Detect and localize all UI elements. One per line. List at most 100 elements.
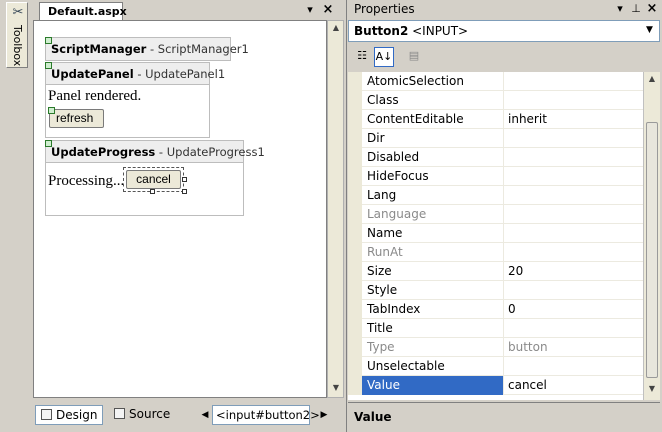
property-name: Lang: [362, 186, 504, 205]
server-control-glyph-icon: [45, 140, 52, 147]
row-margin: [348, 281, 362, 300]
categorized-icon[interactable]: ☷: [352, 47, 372, 67]
row-margin: [348, 300, 362, 319]
property-name: HideFocus: [362, 167, 504, 186]
document-close-button[interactable]: ×: [321, 3, 335, 17]
property-value[interactable]: [505, 129, 643, 148]
property-row[interactable]: Unselectable: [348, 357, 643, 376]
scriptmanager-control[interactable]: ScriptManager - ScriptManager1: [45, 37, 249, 61]
property-row[interactable]: Lang: [348, 186, 643, 205]
row-margin: [348, 224, 362, 243]
property-row[interactable]: ContentEditable inherit: [348, 110, 643, 129]
toolbox-tab[interactable]: ✂ Toolbox: [6, 2, 28, 68]
row-margin: [348, 148, 362, 167]
resize-handle[interactable]: [182, 189, 187, 194]
property-grid: AtomicSelection Class ContentEditable inh…: [348, 72, 643, 400]
row-margin: [348, 319, 362, 338]
property-value[interactable]: [505, 224, 643, 243]
property-value[interactable]: [505, 148, 643, 167]
refresh-button[interactable]: refresh: [49, 109, 104, 128]
property-value[interactable]: [505, 205, 643, 224]
property-name: ContentEditable: [362, 110, 504, 129]
property-name: Unselectable: [362, 357, 504, 376]
property-row[interactable]: Disabled: [348, 148, 643, 167]
row-margin: [348, 91, 362, 110]
scriptmanager-header: ScriptManager - ScriptManager1: [46, 38, 249, 60]
property-value[interactable]: cancel: [505, 376, 643, 395]
server-control-glyph-icon: [45, 37, 52, 44]
tag-navigator-right-icon[interactable]: ▶: [318, 407, 330, 423]
property-row[interactable]: TabIndex 0: [348, 300, 643, 319]
source-view-button[interactable]: Source: [109, 405, 171, 425]
design-vertical-scrollbar[interactable]: ▲ ▼: [327, 20, 344, 398]
property-row[interactable]: Dir: [348, 129, 643, 148]
property-value[interactable]: [505, 281, 643, 300]
property-row[interactable]: Language: [348, 205, 643, 224]
property-value[interactable]: 20: [505, 262, 643, 281]
updatepanel-control[interactable]: UpdatePanel - UpdatePanel1 Panel rendere…: [45, 62, 225, 138]
tag-navigator-crumb[interactable]: <input#button2>: [212, 405, 320, 425]
properties-close-icon[interactable]: ×: [645, 2, 659, 16]
control-id-label: ScriptManager1: [157, 42, 249, 56]
resize-handle[interactable]: [150, 189, 155, 194]
property-value[interactable]: [505, 319, 643, 338]
row-margin: [348, 338, 362, 357]
control-id-label: UpdatePanel1: [145, 67, 226, 81]
resize-handle[interactable]: [182, 177, 187, 182]
property-name: AtomicSelection: [362, 72, 504, 91]
control-separator: -: [133, 67, 146, 81]
property-value[interactable]: [505, 186, 643, 205]
property-row[interactable]: Style: [348, 281, 643, 300]
properties-toolbar: [348, 44, 660, 70]
source-view-label: Source: [129, 407, 171, 421]
property-row[interactable]: AtomicSelection: [348, 72, 643, 91]
property-value[interactable]: [505, 357, 643, 376]
property-row[interactable]: RunAt: [348, 243, 643, 262]
property-value[interactable]: [505, 167, 643, 186]
property-row[interactable]: Type button: [348, 338, 643, 357]
document-tab[interactable]: Default.aspx: [39, 2, 127, 20]
document-dropdown-button[interactable]: ▾: [303, 3, 317, 17]
scroll-down-icon[interactable]: ▼: [647, 384, 657, 393]
object-name: Button2: [354, 24, 409, 38]
property-description-pane: Value: [348, 402, 660, 430]
property-value[interactable]: [505, 91, 643, 110]
property-name: Dir: [362, 129, 504, 148]
property-row[interactable]: Name: [348, 224, 643, 243]
updateprogress-header: UpdateProgress - UpdateProgress1: [46, 141, 265, 163]
scroll-up-icon[interactable]: ▲: [647, 74, 657, 83]
scrollbar-thumb[interactable]: [646, 122, 658, 378]
property-name: Disabled: [362, 148, 504, 167]
property-pages-icon[interactable]: ▤: [404, 47, 424, 67]
property-row-selected[interactable]: Value cancel: [348, 376, 643, 395]
property-row[interactable]: Size 20: [348, 262, 643, 281]
alphabetical-sort-icon[interactable]: A↓: [374, 47, 394, 67]
property-row[interactable]: Title: [348, 319, 643, 338]
scroll-up-icon[interactable]: ▲: [331, 23, 341, 32]
design-view-button[interactable]: Design: [35, 405, 103, 425]
pin-icon[interactable]: ⊥: [629, 2, 643, 16]
properties-dropdown-icon[interactable]: ▾: [613, 2, 627, 16]
control-type-label: UpdatePanel: [51, 67, 134, 81]
object-selector[interactable]: Button2 <INPUT>: [348, 20, 660, 42]
property-value[interactable]: [505, 72, 643, 91]
property-row[interactable]: HideFocus: [348, 167, 643, 186]
tag-navigator-left-icon[interactable]: ◀: [199, 407, 211, 423]
cancel-button[interactable]: cancel: [126, 170, 181, 189]
row-margin: [348, 110, 362, 129]
property-name: Class: [362, 91, 504, 110]
scroll-down-icon[interactable]: ▼: [331, 383, 341, 392]
control-separator: -: [146, 42, 158, 56]
property-row[interactable]: Class: [348, 91, 643, 110]
updatepanel-header: UpdatePanel - UpdatePanel1: [46, 63, 225, 85]
design-view-icon: [41, 409, 52, 420]
property-value[interactable]: [505, 243, 643, 262]
property-value[interactable]: inherit: [505, 110, 643, 129]
property-value[interactable]: 0: [505, 300, 643, 319]
updateprogress-control[interactable]: UpdateProgress - UpdateProgress1 Process…: [45, 140, 265, 216]
row-margin: [348, 243, 362, 262]
property-grid-scrollbar[interactable]: ▲ ▼: [643, 72, 660, 400]
property-name: Name: [362, 224, 504, 243]
chevron-down-icon[interactable]: ▼: [646, 25, 653, 35]
property-value[interactable]: button: [505, 338, 643, 357]
